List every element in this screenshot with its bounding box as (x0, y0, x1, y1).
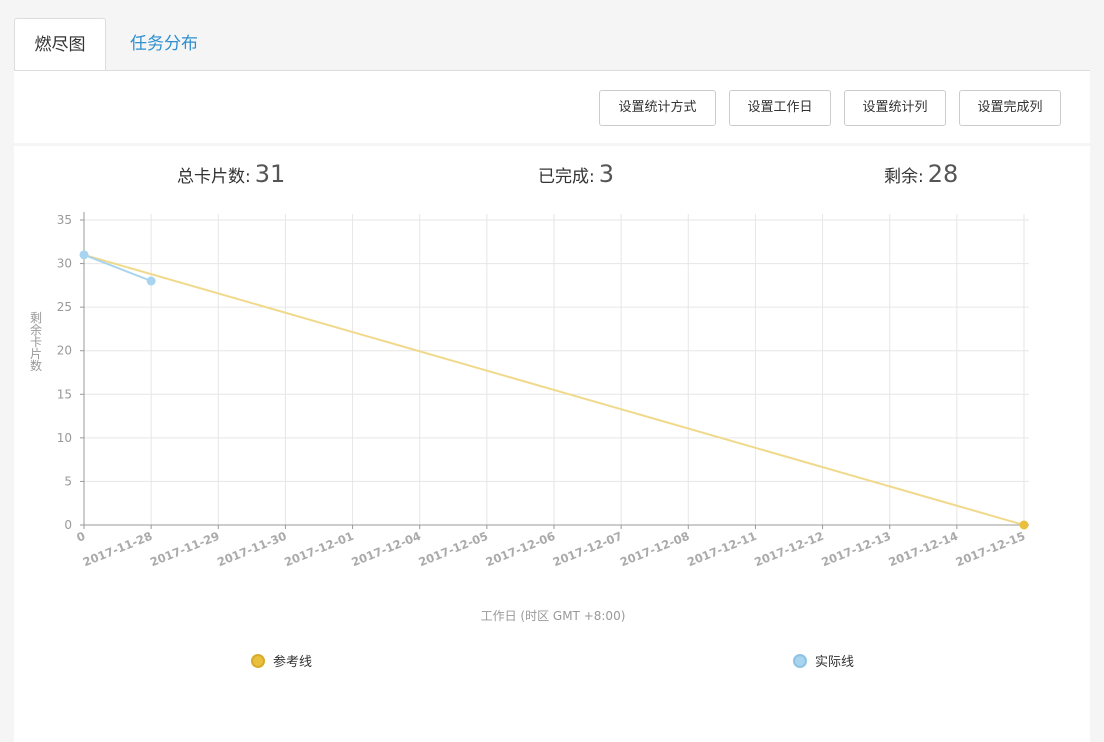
chart-grid (84, 214, 1029, 525)
legend-actual-label: 实际线 (815, 655, 855, 670)
legend-actual-swatch (793, 653, 807, 668)
tab-task-distribution[interactable]: 任务分布 (112, 18, 216, 71)
y-axis-label: 剩余卡片数 (30, 311, 42, 373)
x-tick-label: 2017-12-05 (417, 529, 490, 570)
y-tick-label: 35 (57, 213, 72, 227)
x-tick-label: 2017-12-11 (685, 529, 758, 570)
x-tick-label: 0 (74, 529, 87, 545)
x-tick-label: 2017-11-28 (81, 529, 154, 570)
x-tick-label: 2017-11-29 (148, 529, 221, 570)
y-tick-label: 5 (64, 474, 72, 488)
x-tick-label: 2017-12-13 (819, 529, 892, 570)
set-stat-method-button[interactable]: 设置统计方式 (599, 90, 716, 126)
tab-burndown[interactable]: 燃尽图 (14, 18, 106, 71)
x-axis-label: 工作日 (时区 GMT +8:00) (481, 609, 626, 623)
y-axis-label-char: 数 (30, 358, 42, 373)
x-tick-label: 2017-12-15 (954, 529, 1027, 570)
chart-axes: 0510152025303502017-11-282017-11-292017-… (57, 212, 1029, 569)
burndown-chart: 0510152025303502017-11-282017-11-292017-… (30, 212, 1029, 623)
data-point (146, 276, 156, 286)
x-tick-label: 2017-12-14 (887, 529, 960, 570)
y-tick-label: 15 (57, 387, 72, 401)
data-point (79, 250, 89, 260)
x-tick-label: 2017-12-12 (752, 529, 825, 570)
legend-item-reference[interactable]: 参考线 (251, 651, 312, 670)
y-tick-label: 25 (57, 300, 72, 314)
burndown-panel: 总卡片数: 31 已完成: 3 剩余: 28 0 5 10 15 20 25 30 35 0 2017-… (14, 146, 1090, 742)
toolbar: 设置统计方式 设置工作日 设置统计列 设置完成列 (14, 71, 1090, 143)
set-done-columns-button[interactable]: 设置完成列 (959, 90, 1061, 126)
series-line (83, 253, 152, 282)
x-tick-label: 2017-11-30 (215, 529, 288, 570)
x-tick-label: 2017-12-07 (551, 529, 624, 570)
x-tick-label: 2017-12-01 (282, 529, 355, 570)
x-tick-label: 2017-12-08 (618, 529, 691, 570)
legend-item-actual[interactable]: 实际线 (793, 651, 854, 670)
set-stat-columns-button[interactable]: 设置统计列 (844, 90, 946, 126)
x-tick-label: 2017-12-06 (484, 529, 557, 570)
x-tick-label: 2017-12-04 (349, 529, 422, 570)
set-workdays-button[interactable]: 设置工作日 (729, 90, 831, 126)
tab-bar: 燃尽图 任务分布 (0, 0, 1104, 72)
y-tick-label: 30 (57, 257, 72, 271)
y-tick-label: 20 (57, 344, 72, 358)
y-tick-label: 0 (64, 518, 72, 532)
data-point (1019, 520, 1029, 530)
legend-reference-swatch (251, 653, 265, 668)
legend-reference-label: 参考线 (273, 655, 313, 670)
y-tick-label: 10 (57, 431, 72, 445)
